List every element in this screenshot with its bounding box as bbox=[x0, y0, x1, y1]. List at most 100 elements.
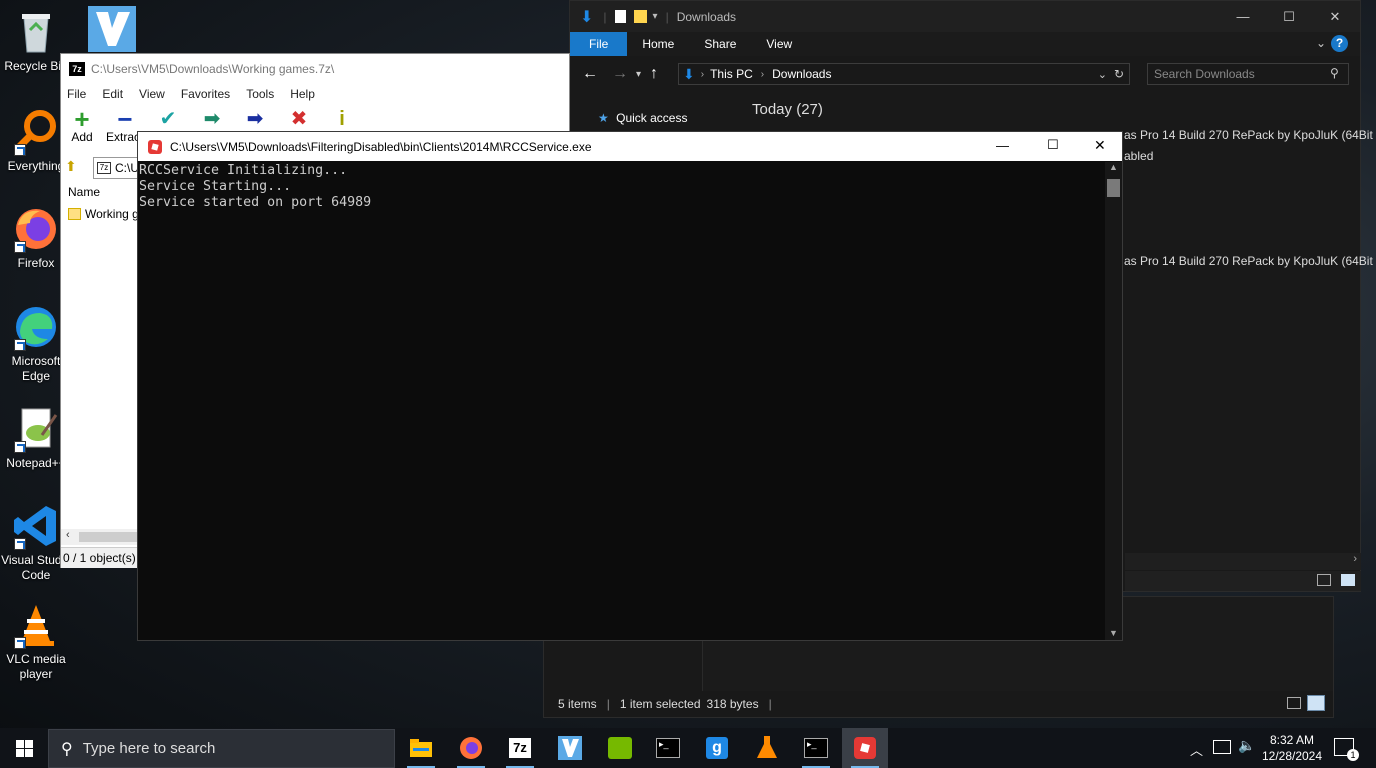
large-icons-view-icon[interactable] bbox=[1307, 695, 1325, 711]
menu-view[interactable]: View bbox=[131, 87, 173, 101]
roblox-icon bbox=[148, 139, 162, 154]
quick-access-toolbar-dropdown-icon[interactable]: ▾ bbox=[653, 11, 658, 22]
up-arrow-icon[interactable]: ↑ bbox=[650, 65, 658, 83]
vscode-icon bbox=[12, 502, 60, 550]
firefox-icon bbox=[460, 737, 482, 759]
back-arrow-icon[interactable]: ← bbox=[582, 65, 598, 83]
minimize-button[interactable]: — bbox=[996, 138, 1009, 153]
start-button[interactable] bbox=[0, 728, 48, 768]
sevenzip-title: C:\Users\VM5\Downloads\Working games.7z\ bbox=[91, 62, 335, 76]
scrollbar-thumb[interactable] bbox=[1107, 179, 1120, 197]
taskbar-nvidia[interactable] bbox=[597, 728, 643, 768]
network-icon[interactable] bbox=[1213, 740, 1231, 754]
shortcut-arrow-icon bbox=[14, 637, 26, 649]
taskbar-roblox[interactable] bbox=[842, 728, 888, 768]
horizontal-scrollbar[interactable]: ‹ bbox=[61, 529, 138, 545]
taskbar-terminal[interactable]: ▸_ bbox=[645, 728, 691, 768]
search-input[interactable]: Search Downloads bbox=[1147, 63, 1349, 85]
taskbar-search-box[interactable]: ⚲ Type here to search bbox=[48, 729, 395, 768]
folder-icon bbox=[68, 208, 81, 220]
maximize-button[interactable]: ☐ bbox=[1047, 137, 1059, 153]
file-name-fragment[interactable]: abled bbox=[1124, 149, 1153, 163]
show-hidden-icons-chevron-icon[interactable]: ︿ bbox=[1190, 740, 1203, 759]
close-button[interactable]: ✕ bbox=[1312, 1, 1358, 32]
address-bar[interactable]: ⬇ › This PC › Downloads ⌄ ↻ bbox=[678, 63, 1130, 85]
tab-home[interactable]: Home bbox=[627, 32, 689, 56]
status-item-count: 5 items bbox=[558, 697, 597, 711]
scrollbar-thumb[interactable] bbox=[79, 532, 138, 542]
shortcut-arrow-icon bbox=[14, 538, 26, 550]
sevenzip-titlebar: 7z C:\Users\VM5\Downloads\Working games.… bbox=[61, 54, 569, 84]
close-button[interactable]: ✕ bbox=[1094, 137, 1106, 154]
minimize-button[interactable]: — bbox=[1220, 1, 1266, 32]
details-view-icon[interactable] bbox=[1317, 574, 1331, 586]
7zip-icon: 7z bbox=[509, 738, 531, 758]
scroll-down-icon[interactable]: ▼ bbox=[1109, 628, 1118, 638]
scroll-right-icon[interactable]: › bbox=[1353, 553, 1357, 565]
menu-edit[interactable]: Edit bbox=[94, 87, 131, 101]
recent-locations-icon[interactable]: ▾ bbox=[636, 69, 641, 80]
taskbar-7zip[interactable]: 7z bbox=[497, 728, 543, 768]
taskbar-visual-studio[interactable] bbox=[547, 728, 593, 768]
horizontal-scrollbar[interactable]: › bbox=[1125, 553, 1361, 570]
properties-icon[interactable] bbox=[614, 10, 626, 23]
column-header-name[interactable]: Name bbox=[68, 185, 100, 199]
breadcrumb-this-pc[interactable]: This PC bbox=[710, 67, 753, 81]
menu-help[interactable]: Help bbox=[282, 87, 323, 101]
forward-arrow-icon[interactable]: → bbox=[612, 65, 628, 83]
test-button[interactable]: ✔ bbox=[143, 108, 193, 130]
maximize-button[interactable]: ☐ bbox=[1266, 1, 1312, 32]
separator: | bbox=[603, 9, 607, 24]
list-item[interactable]: Working g bbox=[68, 207, 139, 221]
console-line: Service started on port 64989 bbox=[139, 195, 372, 210]
menu-favorites[interactable]: Favorites bbox=[173, 87, 238, 101]
nav-quick-access[interactable]: ★ Quick access bbox=[598, 111, 687, 125]
notifications-icon[interactable]: 1 bbox=[1334, 738, 1359, 761]
breadcrumb-downloads[interactable]: Downloads bbox=[772, 67, 831, 81]
tab-file[interactable]: File bbox=[570, 32, 628, 56]
search-icon: ⚲ bbox=[61, 740, 73, 758]
desktop-icon-vlc[interactable]: VLC media player bbox=[0, 601, 72, 682]
7zip-icon: 7z bbox=[97, 162, 111, 174]
star-icon: ★ bbox=[598, 111, 609, 125]
console-titlebar: C:\Users\VM5\Downloads\FilteringDisabled… bbox=[138, 132, 1122, 161]
clock-time: 8:32 AM bbox=[1269, 733, 1315, 747]
tab-share[interactable]: Share bbox=[689, 32, 751, 56]
info-button[interactable]: i bbox=[317, 108, 367, 130]
details-view-icon[interactable] bbox=[1287, 697, 1301, 709]
ribbon-collapse-icon[interactable]: ⌄ bbox=[1316, 36, 1326, 50]
visual-studio-icon bbox=[558, 736, 582, 760]
menu-tools[interactable]: Tools bbox=[238, 87, 282, 101]
console-scrollbar[interactable]: ▲ ▼ bbox=[1105, 162, 1122, 640]
file-name-fragment[interactable]: as Pro 14 Build 270 RePack by KpoJluK (6… bbox=[1124, 128, 1373, 142]
scroll-left-icon[interactable]: ‹ bbox=[66, 529, 70, 541]
console-output[interactable]: RCCService Initializing... Service Start… bbox=[139, 162, 1105, 640]
new-folder-icon[interactable] bbox=[633, 10, 647, 23]
taskbar-firefox[interactable] bbox=[448, 728, 494, 768]
taskbar-file-explorer[interactable] bbox=[398, 728, 444, 768]
separator: | bbox=[606, 697, 610, 711]
taskbar-flask[interactable] bbox=[744, 728, 790, 768]
file-name-fragment[interactable]: as Pro 14 Build 270 RePack by KpoJluK (6… bbox=[1124, 254, 1373, 268]
clock[interactable]: 8:32 AM 12/28/2024 bbox=[1252, 732, 1332, 764]
nvidia-icon bbox=[608, 737, 632, 759]
tab-view[interactable]: View bbox=[751, 32, 807, 56]
desktop-icon-visual-studio[interactable] bbox=[88, 6, 136, 52]
chevron-down-icon[interactable]: ⌄ bbox=[1098, 68, 1107, 81]
menu-file[interactable]: File bbox=[61, 87, 94, 101]
large-icons-view-icon[interactable] bbox=[1341, 574, 1355, 586]
console-window[interactable]: C:\Users\VM5\Downloads\FilteringDisabled… bbox=[137, 131, 1123, 641]
scroll-up-icon[interactable]: ▲ bbox=[1109, 162, 1118, 172]
group-header[interactable]: Today (27) bbox=[752, 101, 823, 118]
help-icon[interactable]: ? bbox=[1331, 35, 1348, 52]
notepad-plus-plus-icon bbox=[12, 405, 60, 453]
ribbon-tabs: File Home Share View ⌄ ? bbox=[570, 32, 1360, 56]
file-explorer-icon bbox=[410, 739, 432, 757]
refresh-icon[interactable]: ↻ bbox=[1114, 67, 1124, 81]
folder-up-icon[interactable]: ⬆ bbox=[65, 158, 85, 178]
taskbar-console[interactable]: ▸_ bbox=[793, 728, 839, 768]
taskbar-gmod[interactable]: g bbox=[694, 728, 740, 768]
move-arrow-icon: ➡ bbox=[246, 108, 264, 130]
windows-logo-icon bbox=[15, 739, 33, 757]
move-button[interactable]: ➡ bbox=[230, 108, 280, 130]
